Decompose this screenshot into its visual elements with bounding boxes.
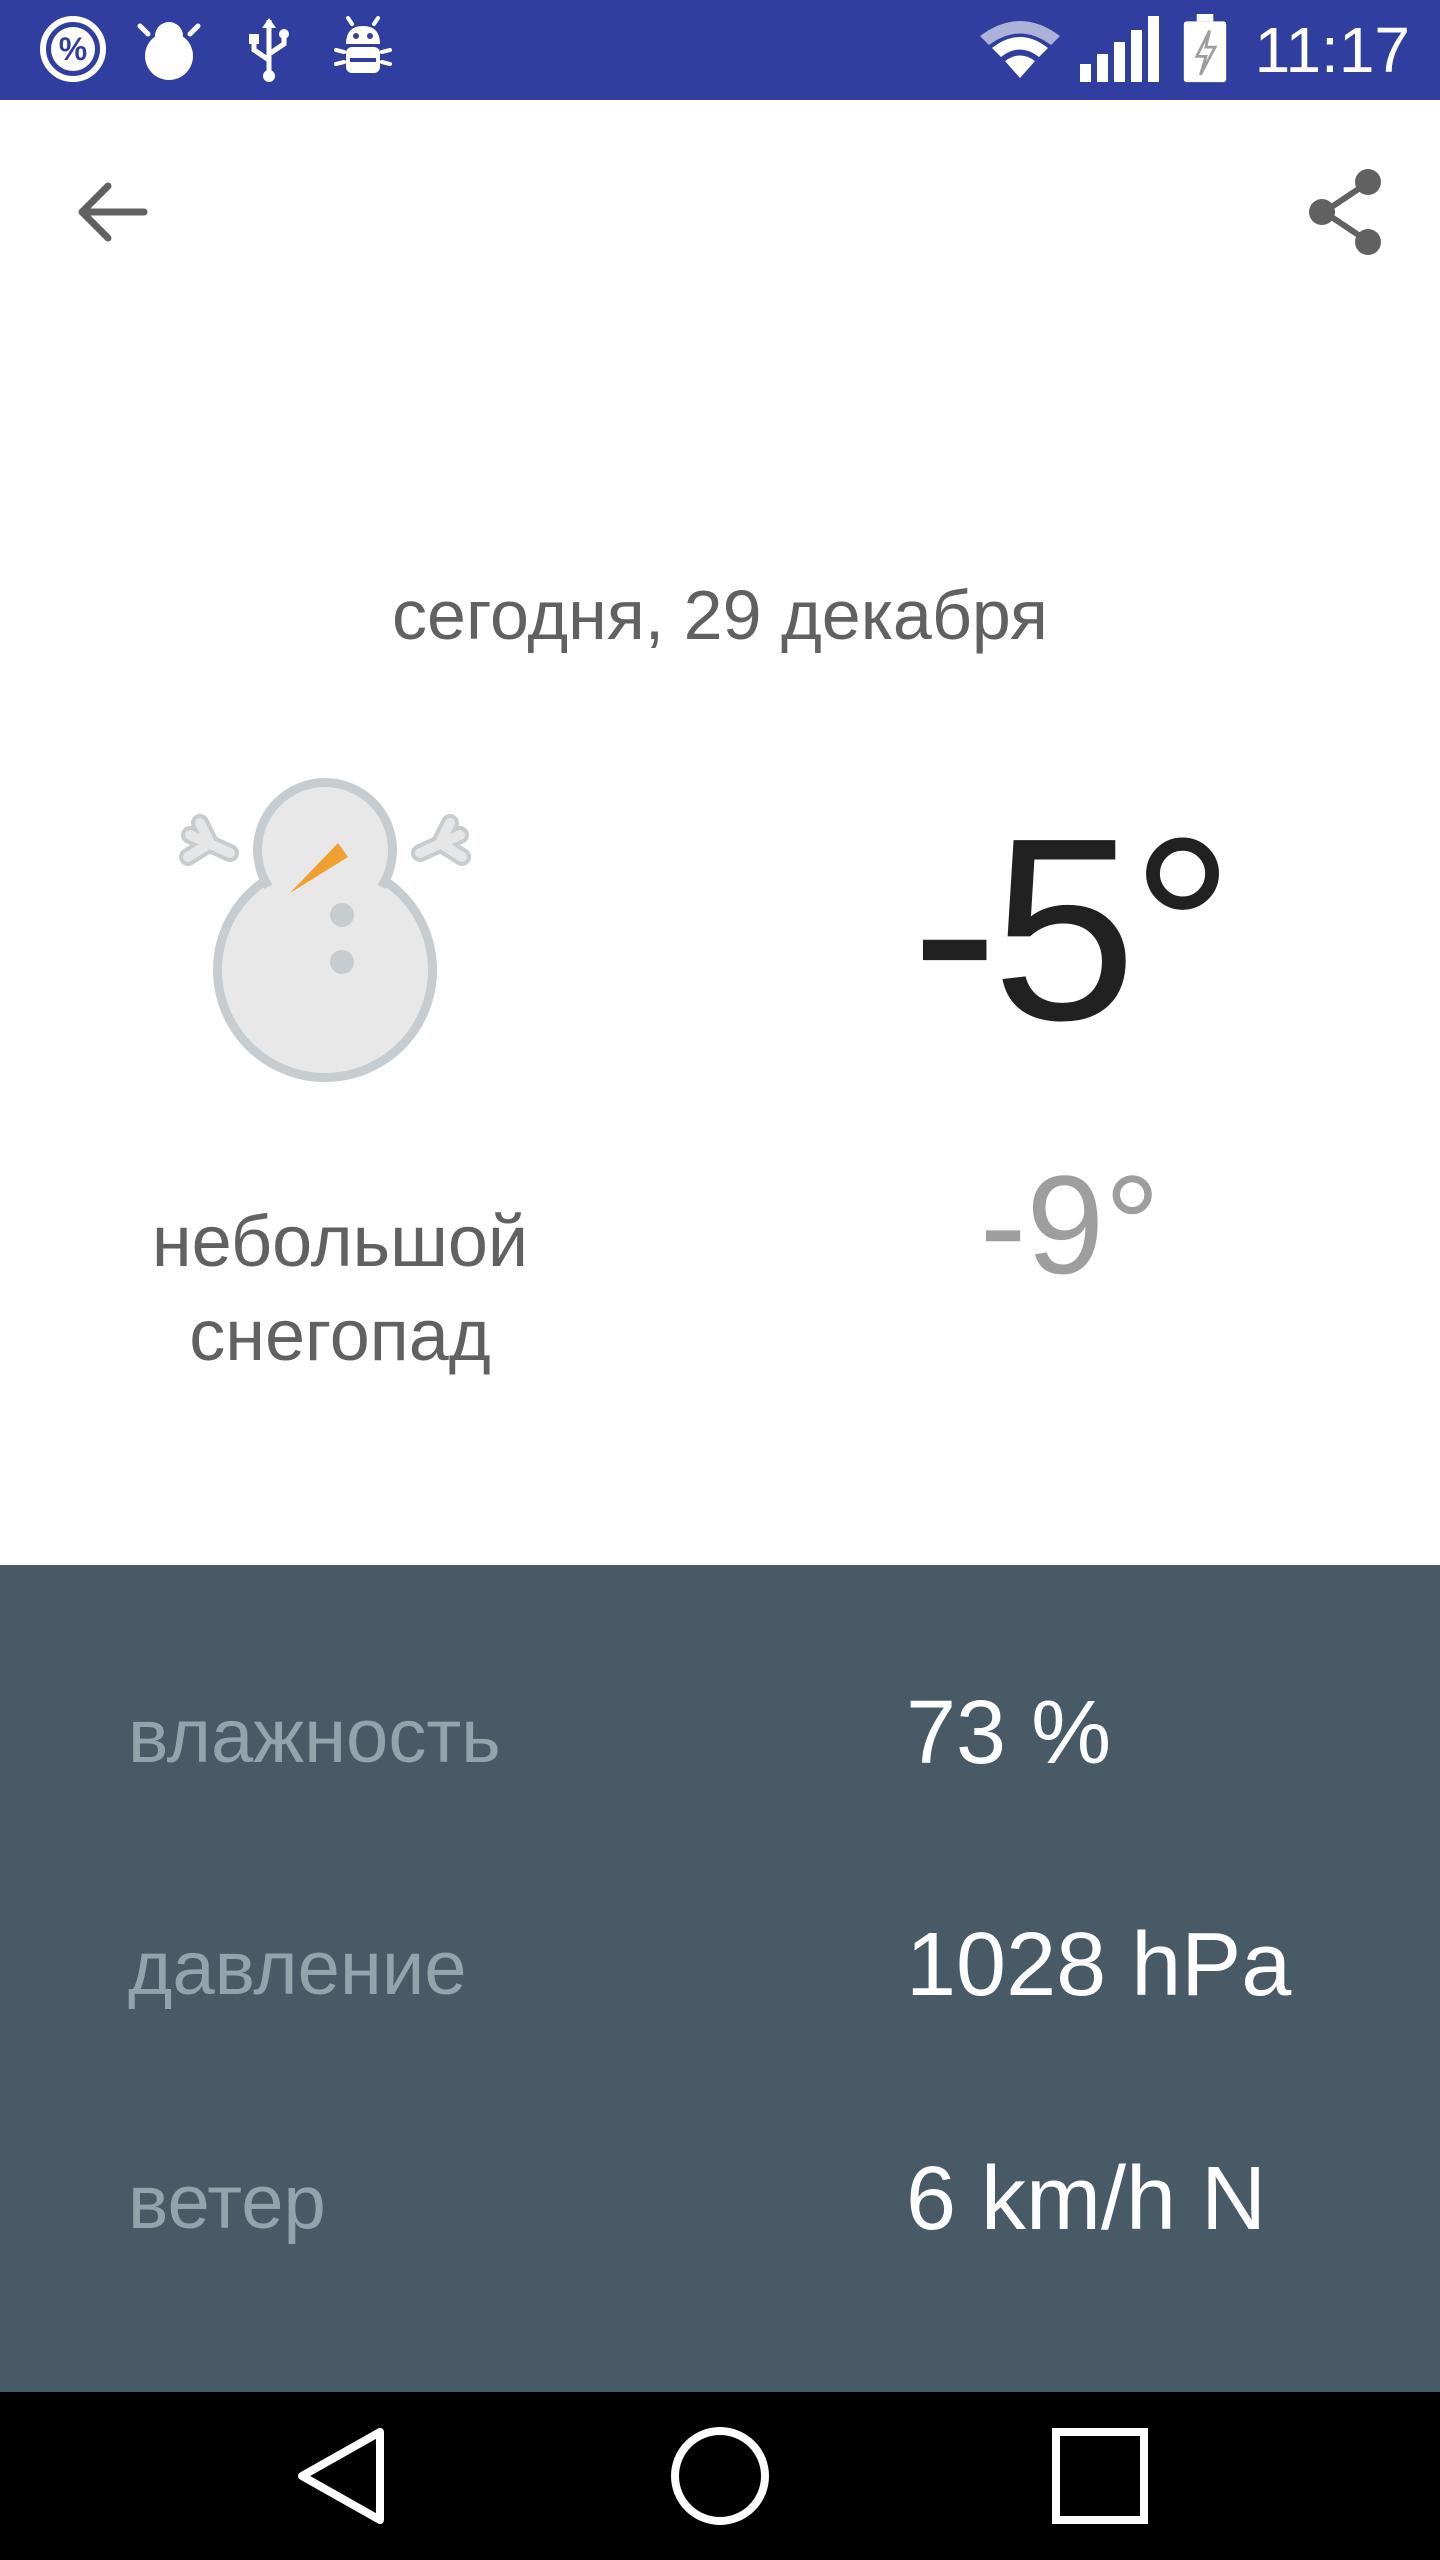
pressure-label: давление [128,1926,467,2011]
temperature-high: -5° [911,785,1234,1075]
percent-icon: % [40,16,106,82]
humidity-label: влажность [128,1694,501,1779]
condition-line-2: снегопад [189,1296,491,1376]
status-bar: % 11:17 [0,0,1440,100]
snowman-notification-icon [137,22,201,80]
svg-text:%: % [59,31,87,67]
humidity-value: 73 % [906,1683,1112,1783]
nav-back-button[interactable] [280,2416,400,2536]
signal-icon [1080,16,1159,82]
pressure-value: 1028 hPa [906,1915,1292,2015]
nav-recents-button[interactable] [1040,2416,1160,2536]
share-icon[interactable] [1288,156,1400,268]
toolbar [0,100,1440,324]
status-time: 11:17 [1254,14,1410,86]
temperature-low: -9° [979,1146,1161,1303]
weather-condition: небольшой снегопад [60,1195,620,1383]
snowman-icon [179,778,471,1082]
wind-label: ветер [128,2160,326,2245]
condition-line-1: небольшой [151,1202,529,1282]
nav-home-button[interactable] [660,2416,780,2536]
usb-icon [249,18,289,82]
wifi-icon [980,21,1060,78]
forecast-date: сегодня, 29 декабря [392,576,1048,654]
battery-charging-icon [1183,14,1227,83]
android-debug-icon [334,16,392,73]
wind-value: 6 km/h N [906,2149,1267,2249]
back-arrow-icon[interactable] [56,156,168,268]
details-panel: влажность 73 % давление 1028 hPa ветер 6… [0,1565,1440,2392]
navigation-bar [0,2392,1440,2560]
